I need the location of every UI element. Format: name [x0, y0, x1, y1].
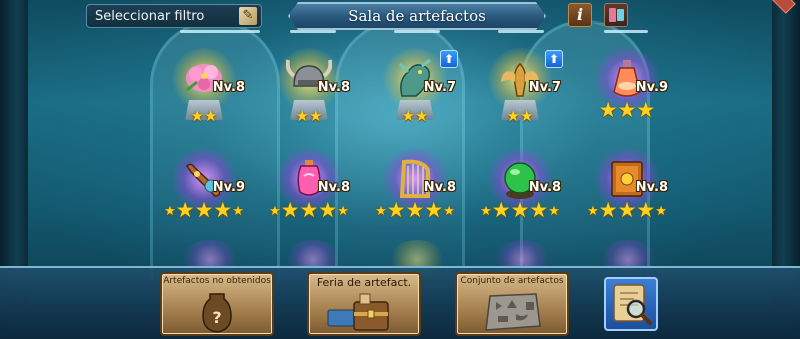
star-icon: ★ [443, 204, 455, 219]
star-icon: ★ [375, 204, 387, 219]
star-icon: ★ [318, 198, 338, 222]
star-icon: ★ [587, 204, 599, 219]
star-icon: ★ [491, 198, 511, 222]
star-icon: ★ [164, 204, 176, 219]
star-rating: ★ ★ [159, 103, 249, 125]
artifact-fair-button[interactable]: Feria de artefact. [307, 272, 421, 336]
artifact-level: Nv.8 [423, 180, 456, 195]
artifact-level: Nv.8 [317, 180, 350, 195]
svg-text:?: ? [212, 308, 221, 327]
map-button[interactable] [604, 277, 658, 331]
star-icon: ★ [309, 107, 323, 125]
star-icon: ★ [655, 204, 667, 219]
star-icon: ★ [415, 107, 429, 125]
star-icon: ★ [636, 198, 656, 222]
star-rating: ★ ★ [264, 103, 354, 125]
star-icon: ★ [232, 204, 244, 219]
upgrade-arrow-icon[interactable]: ⬆ [545, 50, 563, 68]
page-title: Sala de artefactos [288, 2, 546, 30]
shelf-rail [180, 30, 260, 33]
artifact-set-button[interactable]: Conjunto de artefactos [455, 272, 569, 336]
artifact-hall-scene: Seleccionar filtro ✎ Sala de artefactos … [0, 0, 800, 339]
star-icon: ★ [337, 204, 349, 219]
filter-select[interactable]: Seleccionar filtro ✎ [86, 4, 262, 28]
artifact-level: Nv.9 [635, 80, 668, 95]
star-icon: ★ [386, 198, 406, 222]
star-icon: ★ [510, 198, 530, 222]
artifact-slot[interactable]: Nv.7 ★ ★ ⬆ [370, 40, 460, 140]
star-icon: ★ [194, 198, 214, 222]
artifact-level: Nv.8 [212, 80, 245, 95]
artifact-level: Nv.8 [317, 80, 350, 95]
star-rating: ★ ★ ★ ★ ★ [264, 199, 354, 221]
star-icon: ★ [480, 204, 492, 219]
artifact-slot[interactable]: Nv.8 ★ ★ ★ ★ ★ [475, 140, 565, 240]
artifact-slot[interactable]: Nv.8 ★ ★ [264, 40, 354, 140]
star-rating: ★ ★ ★ ★ ★ [370, 199, 460, 221]
star-icon: ★ [520, 107, 534, 125]
star-rating: ★ ★ ★ ★ ★ [159, 199, 249, 221]
star-icon: ★ [598, 198, 618, 222]
star-icon: ★ [175, 198, 195, 222]
map-magnifier-icon [613, 284, 652, 325]
star-icon: ★ [636, 98, 656, 122]
star-icon: ★ [269, 204, 281, 219]
star-icon: ★ [548, 204, 560, 219]
star-icon: ★ [401, 107, 415, 125]
artifact-level: Nv.7 [528, 80, 561, 95]
treasure-chest-icon [327, 293, 389, 331]
shelf-rail [498, 30, 544, 33]
star-icon: ★ [598, 98, 618, 122]
star-icon: ★ [190, 107, 204, 125]
filter-label: Seleccionar filtro [95, 8, 205, 24]
not-obtained-label: Artefactos no obtenidos [163, 276, 271, 286]
info-button[interactable]: i [568, 3, 592, 27]
star-rating: ★ ★ ★ [582, 99, 672, 121]
star-icon: ★ [529, 198, 549, 222]
star-rating: ★ ★ ★ ★ ★ [582, 199, 672, 221]
star-icon: ★ [424, 198, 444, 222]
artifact-fair-label: Feria de artefact. [316, 276, 412, 289]
artifact-slot[interactable]: Nv.8 ★ ★ ★ ★ ★ [370, 140, 460, 240]
shelf-rail [604, 30, 648, 33]
artifact-slot[interactable]: Nv.8 ★ ★ ★ ★ ★ [264, 140, 354, 240]
star-icon: ★ [213, 198, 233, 222]
artifact-level: Nv.7 [423, 80, 456, 95]
stone-tablet-icon [485, 293, 541, 331]
star-icon: ★ [204, 107, 218, 125]
star-rating: ★ ★ [370, 103, 460, 125]
shelf-rail [394, 30, 440, 33]
artifact-slot[interactable]: Nv.7 ★ ★ ⬆ [475, 40, 565, 140]
not-obtained-button[interactable]: Artefactos no obtenidos ? [160, 272, 274, 336]
star-icon: ★ [280, 198, 300, 222]
books-icon [608, 8, 616, 22]
upgrade-arrow-icon[interactable]: ⬆ [440, 50, 458, 68]
artifact-set-label: Conjunto de artefactos [460, 276, 564, 286]
artifact-slot[interactable]: Nv.9 ★ ★ ★ ★ ★ [159, 140, 249, 240]
star-icon: ★ [617, 98, 637, 122]
star-icon: ★ [295, 107, 309, 125]
star-rating: ★ ★ ★ ★ ★ [475, 199, 565, 221]
quill-icon: ✎ [239, 7, 257, 25]
collection-button[interactable] [604, 3, 628, 27]
star-icon: ★ [617, 198, 637, 222]
star-icon: ★ [299, 198, 319, 222]
artifact-slot[interactable]: Nv.8 ★ ★ [159, 40, 249, 140]
shelf-rail [290, 30, 336, 33]
artifact-slot[interactable]: Nv.9 ★ ★ ★ [582, 40, 672, 140]
artifact-level: Nv.8 [635, 180, 668, 195]
star-icon: ★ [405, 198, 425, 222]
info-icon: i [576, 5, 584, 24]
artifact-level: Nv.8 [528, 180, 561, 195]
artifact-level: Nv.9 [212, 180, 245, 195]
star-rating: ★ ★ [475, 103, 565, 125]
artifact-slot[interactable]: Nv.8 ★ ★ ★ ★ ★ [582, 140, 672, 240]
bottom-panel: Artefactos no obtenidos ? Feria de artef… [0, 266, 800, 339]
star-icon: ★ [506, 107, 520, 125]
vase-icon: ? [202, 293, 232, 333]
